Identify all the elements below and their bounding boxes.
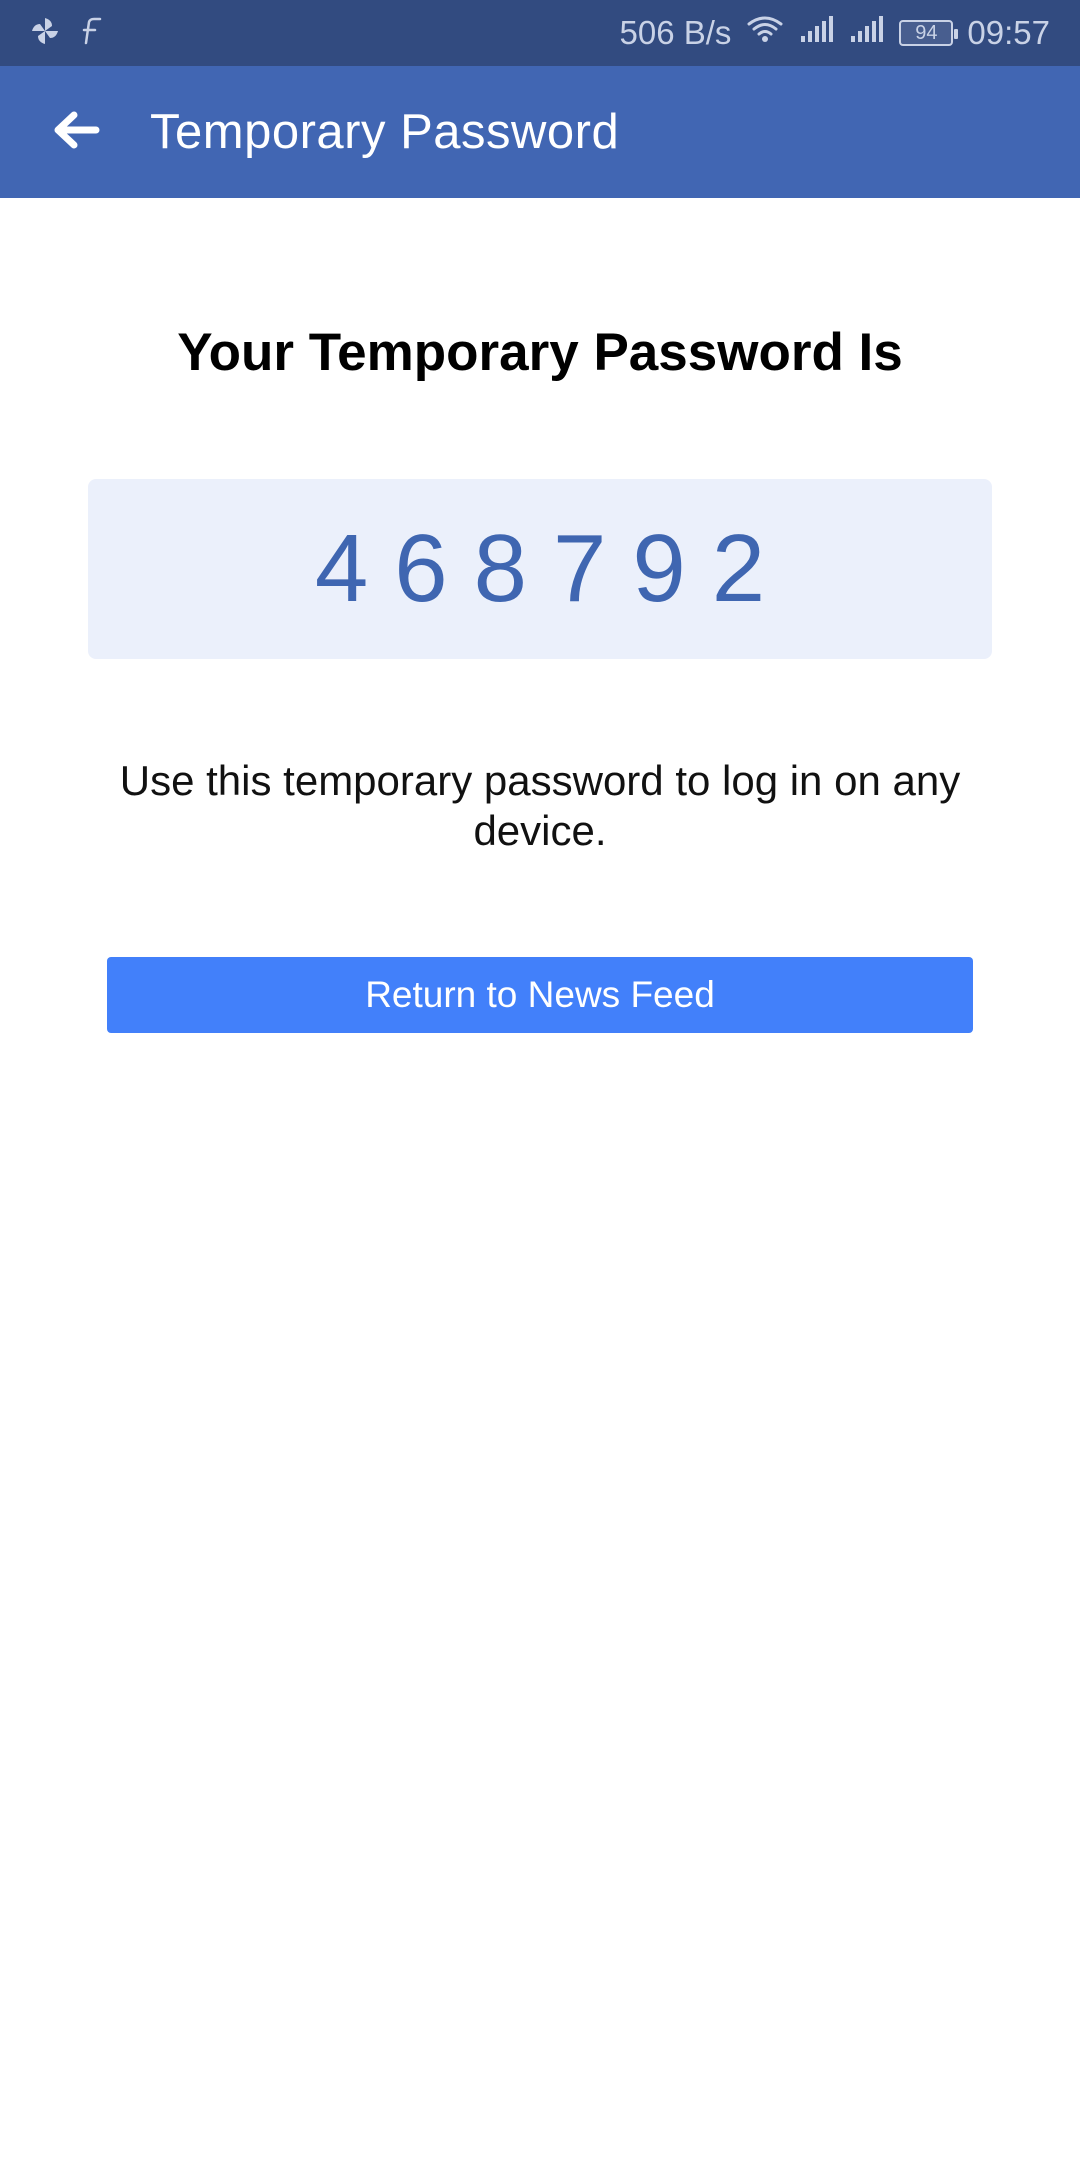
- back-button[interactable]: [36, 92, 116, 172]
- password-code-box: 468792: [88, 479, 992, 659]
- status-left-icons: [30, 16, 102, 51]
- arrow-left-icon: [52, 110, 100, 155]
- f-icon: [78, 16, 102, 51]
- return-to-news-feed-button[interactable]: Return to News Feed: [107, 957, 973, 1033]
- clock: 09:57: [967, 14, 1050, 51]
- info-text: Use this temporary password to log in on…: [119, 757, 961, 854]
- battery-icon: 94: [899, 20, 959, 46]
- signal-icon: [849, 14, 885, 52]
- page-title: Temporary Password: [150, 105, 620, 159]
- network-speed: 506 B/s: [619, 14, 732, 51]
- signal-icon: [799, 14, 835, 52]
- pinwheel-icon: [30, 16, 60, 51]
- password-heading: Your Temporary Password Is: [177, 323, 903, 382]
- wifi-icon: [745, 14, 785, 52]
- status-bar: 506 B/s 94 09:57: [0, 0, 1080, 66]
- battery-level: 94: [915, 21, 938, 44]
- status-right: 506 B/s 94 09:57: [619, 14, 1050, 52]
- app-bar: Temporary Password: [0, 66, 1080, 198]
- temporary-password-code: 468792: [314, 515, 792, 622]
